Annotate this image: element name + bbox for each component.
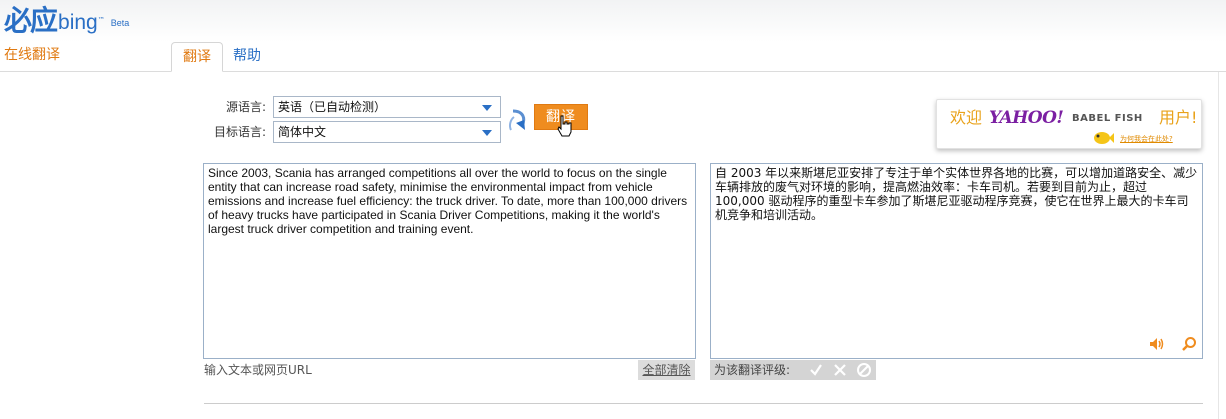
rating-bar: 为该翻译评级: xyxy=(710,360,876,380)
bing-logo[interactable]: 必应 bing ™ Beta xyxy=(4,4,129,40)
clear-all-button[interactable]: 全部清除 xyxy=(638,360,695,380)
speaker-icon[interactable] xyxy=(1149,337,1165,351)
target-language-select[interactable]: 简体中文 xyxy=(273,121,501,143)
search-icon[interactable] xyxy=(1181,336,1197,352)
banner-user: 用户! xyxy=(1159,108,1198,127)
banner-welcome: 欢迎 xyxy=(950,108,983,127)
source-language-label: 源语言: xyxy=(225,100,266,114)
fish-icon xyxy=(1094,132,1114,144)
swap-languages-icon[interactable] xyxy=(507,108,529,134)
tab-translate[interactable]: 翻译 xyxy=(171,42,223,72)
babel-fish-text: BABEL FISH xyxy=(1072,113,1143,124)
block-icon[interactable] xyxy=(856,362,872,378)
tab-help[interactable]: 帮助 xyxy=(226,42,268,72)
yahoo-logo: YAHOO! xyxy=(989,108,1064,128)
input-hint: 输入文本或网页URL xyxy=(204,363,312,377)
scrollbar-edge xyxy=(1218,72,1219,419)
bottom-divider xyxy=(204,403,1203,404)
service-title: 在线翻译 xyxy=(4,47,60,63)
why-here-link[interactable]: 为何我会在此处? xyxy=(1120,135,1173,144)
yahoo-babel-fish-banner: 欢迎 YAHOO! BABEL FISH 用户! 为何我会在此处? xyxy=(936,99,1202,149)
logo-chinese-text: 必应 xyxy=(4,4,58,37)
logo-trademark: ™ xyxy=(97,16,105,24)
rating-label: 为该翻译评级: xyxy=(714,363,791,377)
target-language-label: 目标语言: xyxy=(213,125,266,139)
chevron-down-icon xyxy=(482,130,492,136)
logo-beta-badge: Beta xyxy=(110,18,130,28)
close-icon[interactable] xyxy=(832,362,848,378)
source-language-select[interactable]: 英语（已自动检测） xyxy=(273,96,501,118)
translation-output: 自 2003 年以来斯堪尼亚安排了专注于单个实体世界各地的比赛，可以增加道路安全… xyxy=(710,163,1203,359)
checkmark-icon[interactable] xyxy=(808,362,824,378)
source-language-value: 英语（已自动检测） xyxy=(278,100,387,114)
hand-cursor-icon xyxy=(557,115,572,137)
header-background xyxy=(0,0,1226,42)
target-language-value: 简体中文 xyxy=(278,125,327,139)
logo-bing-text: bing xyxy=(58,11,98,34)
source-text-input[interactable]: Since 2003, Scania has arranged competit… xyxy=(203,163,696,359)
chevron-down-icon xyxy=(482,105,492,111)
